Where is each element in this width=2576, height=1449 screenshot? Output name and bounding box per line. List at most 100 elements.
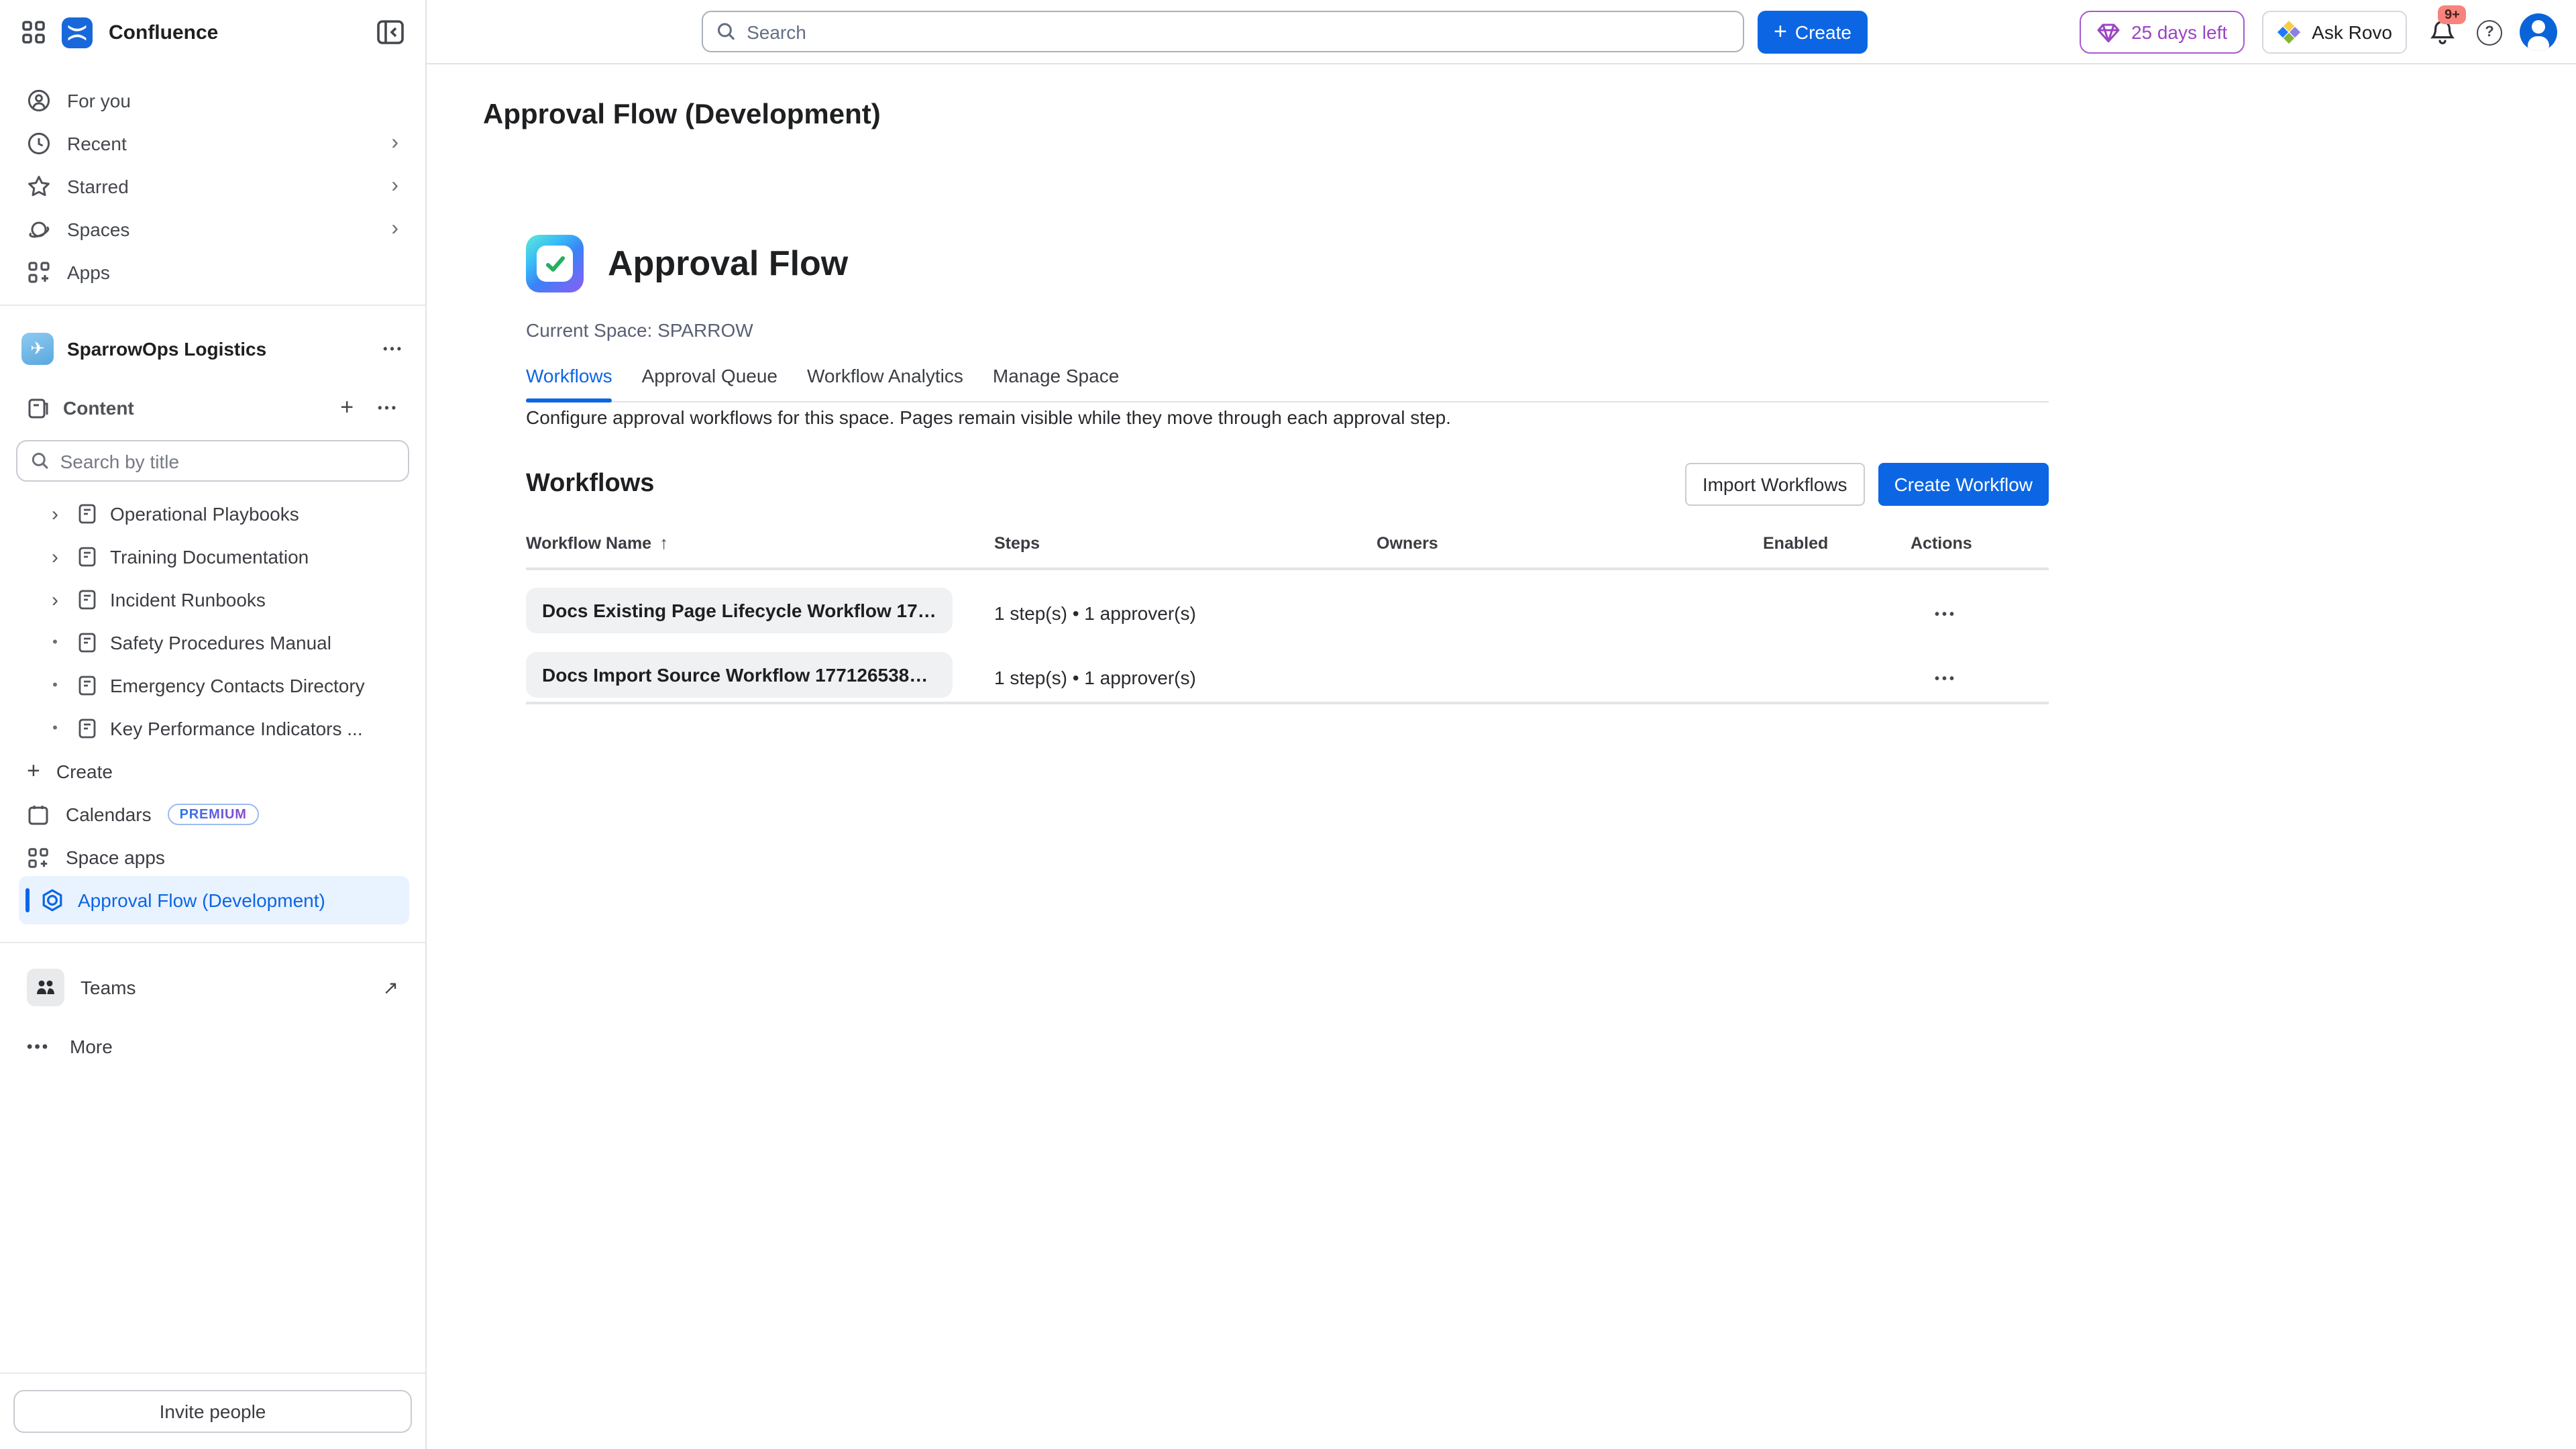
space-more-icon[interactable]: ••• <box>383 342 404 356</box>
sidebar-item-more[interactable]: ••• More <box>13 1025 412 1068</box>
expand-chevron-icon[interactable]: › <box>46 590 64 610</box>
page-title: Approval Flow (Development) <box>483 99 881 131</box>
collapse-sidebar-icon[interactable] <box>377 20 404 44</box>
sidebar-nav: For you Recent › Starred › Spaces › Apps <box>13 79 412 294</box>
sidebar-item-teams[interactable]: Teams ↗ <box>13 966 412 1009</box>
confluence-logo-icon <box>62 17 93 48</box>
tree-item-label: Incident Runbooks <box>110 589 266 610</box>
sidebar-create-page-button[interactable]: + Create <box>13 750 412 793</box>
content-search-input[interactable] <box>60 450 394 472</box>
sidebar-item-spaces[interactable]: Spaces › <box>13 208 412 251</box>
question-mark-icon: ? <box>2485 24 2493 40</box>
sidebar-item-starred[interactable]: Starred › <box>13 165 412 208</box>
calendar-icon <box>27 803 50 826</box>
search-icon <box>716 21 736 42</box>
check-icon <box>543 252 567 276</box>
ask-rovo-button[interactable]: Ask Rovo <box>2262 11 2407 54</box>
ask-rovo-label: Ask Rovo <box>2312 21 2392 43</box>
person-circle-icon <box>27 89 51 113</box>
clock-icon <box>27 131 51 156</box>
workflow-name-chip[interactable]: Docs Existing Page Lifecycle Workflow 17… <box>526 587 953 633</box>
row-actions-menu-icon[interactable]: ••• <box>1935 608 1957 623</box>
content-header: Content + ••• <box>13 386 412 429</box>
workflow-name-chip[interactable]: Docs Import Source Workflow 17712653804.… <box>526 651 953 697</box>
notifications-count-badge: 9+ <box>2438 5 2467 24</box>
space-header[interactable]: ✈ SparrowOps Logistics ••• <box>13 327 412 370</box>
import-workflows-button[interactable]: Import Workflows <box>1685 463 1865 506</box>
row-actions-menu-icon[interactable]: ••• <box>1935 672 1957 687</box>
create-button[interactable]: + Create <box>1758 11 1868 54</box>
tree-item-label: Safety Procedures Manual <box>110 632 331 653</box>
sidebar-item-space-apps[interactable]: Space apps <box>13 836 412 879</box>
search-icon <box>31 451 50 471</box>
content-search[interactable] <box>16 440 409 482</box>
workflow-steps: 1 step(s) • 1 approver(s) <box>994 602 1377 624</box>
product-name: Confluence <box>109 21 218 44</box>
create-workflow-button[interactable]: Create Workflow <box>1878 463 2049 506</box>
sidebar-item-approval-flow[interactable]: Approval Flow (Development) <box>19 876 409 924</box>
column-steps: Steps <box>994 533 1377 552</box>
workflows-section-header: Workflows Import Workflows Create Workfl… <box>526 463 2049 506</box>
app-title: Approval Flow <box>608 243 848 284</box>
column-workflow-name[interactable]: Workflow Name↑ <box>526 533 994 553</box>
page-icon <box>76 589 98 610</box>
apps-grid-plus-icon <box>27 260 51 284</box>
tree-item-training-documentation[interactable]: › Training Documentation <box>13 535 412 578</box>
calendars-label: Calendars <box>66 804 152 825</box>
current-space-label: Current Space: SPARROW <box>526 319 753 341</box>
tab-workflows[interactable]: Workflows <box>526 365 612 401</box>
sidebar-divider <box>0 942 425 943</box>
plus-icon: + <box>27 758 40 785</box>
table-row: Docs Import Source Workflow 17712653804.… <box>526 645 2049 710</box>
tab-manage-space[interactable]: Manage Space <box>993 365 1119 401</box>
page-icon <box>76 503 98 525</box>
help-button[interactable]: ? <box>2477 19 2502 45</box>
global-search-input[interactable] <box>747 21 1729 42</box>
main-content: Approval Flow (Development) Approval Flo… <box>427 64 2576 1449</box>
topbar: + Create 25 days left Ask Rovo 9+ ? <box>427 0 2576 64</box>
content-tree: › Operational Playbooks › Training Docum… <box>13 492 412 793</box>
app-switcher-icon[interactable] <box>21 20 46 44</box>
tab-description: Configure approval workflows for this sp… <box>526 407 1451 428</box>
bullet-icon: • <box>46 721 64 736</box>
sidebar-item-calendars[interactable]: Calendars PREMIUM <box>13 793 412 836</box>
tree-item-label: Emergency Contacts Directory <box>110 675 365 696</box>
tree-item-operational-playbooks[interactable]: › Operational Playbooks <box>13 492 412 535</box>
premium-badge: PREMIUM <box>168 804 259 825</box>
column-owners: Owners <box>1377 533 1763 552</box>
content-more-icon[interactable]: ••• <box>378 401 398 415</box>
space-apps-label: Space apps <box>66 847 165 868</box>
sidebar-item-recent[interactable]: Recent › <box>13 122 412 165</box>
user-avatar[interactable] <box>2520 13 2557 51</box>
planet-icon <box>27 217 51 241</box>
content-add-icon[interactable]: + <box>340 394 354 421</box>
tab-approval-queue[interactable]: Approval Queue <box>642 365 777 401</box>
table-bottom-divider <box>526 702 2049 704</box>
check-icon: ✓ <box>1775 603 1787 621</box>
space-name: SparrowOps Logistics <box>67 338 266 360</box>
content-icon <box>27 396 50 419</box>
sidebar-item-for-you[interactable]: For you <box>13 79 412 122</box>
sort-ascending-icon[interactable]: ↑ <box>659 533 668 553</box>
bullet-icon: • <box>46 635 64 650</box>
expand-chevron-icon[interactable]: › <box>46 504 64 524</box>
trial-days-left-button[interactable]: 25 days left <box>2080 11 2245 54</box>
tab-workflow-analytics[interactable]: Workflow Analytics <box>807 365 963 401</box>
expand-chevron-icon[interactable]: › <box>46 547 64 567</box>
tree-item-key-performance-indicators[interactable]: • Key Performance Indicators ... <box>13 707 412 750</box>
tree-item-incident-runbooks[interactable]: › Incident Runbooks <box>13 578 412 621</box>
sidebar-divider <box>0 1373 425 1374</box>
notifications-button[interactable]: 9+ <box>2424 15 2459 50</box>
plus-icon: + <box>1774 18 1787 45</box>
invite-people-button[interactable]: Invite people <box>13 1390 412 1433</box>
sidebar-header: Confluence <box>0 0 425 64</box>
page-icon <box>76 718 98 739</box>
table-header-divider <box>526 568 2049 570</box>
sidebar-item-apps[interactable]: Apps <box>13 251 412 294</box>
global-search[interactable] <box>702 11 1744 52</box>
tree-item-emergency-contacts-directory[interactable]: • Emergency Contacts Directory <box>13 664 412 707</box>
tree-item-safety-procedures-manual[interactable]: • Safety Procedures Manual <box>13 621 412 664</box>
tree-item-label: Key Performance Indicators ... <box>110 718 363 739</box>
page-icon <box>76 675 98 696</box>
topbar-right-cluster: 25 days left Ask Rovo 9+ ? <box>2080 11 2557 54</box>
